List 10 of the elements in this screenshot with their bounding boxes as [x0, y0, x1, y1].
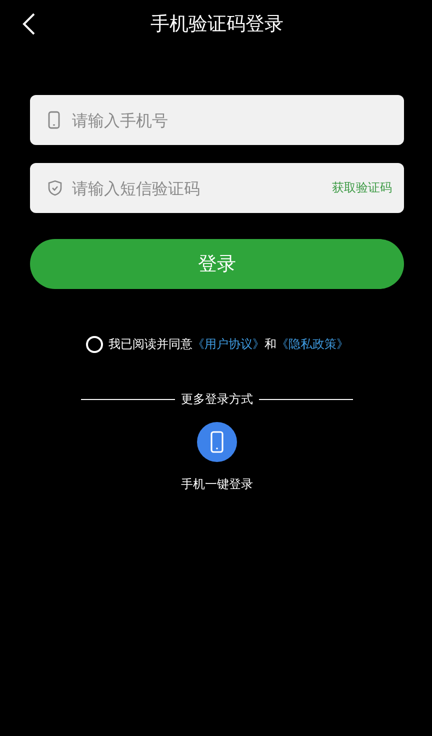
phone-login-label: 手机一键登录 — [181, 476, 253, 493]
more-login-title: 更多登录方式 — [181, 391, 253, 408]
phone-field[interactable]: 请输入手机号 — [30, 95, 404, 145]
agreement-checkbox[interactable] — [86, 336, 102, 353]
privacy-policy-link[interactable]: 《隐私政策》 — [276, 337, 348, 351]
user-agreement-link[interactable]: 《用户协议》 — [192, 337, 264, 351]
back-icon[interactable] — [22, 12, 36, 36]
phone-login-icon[interactable] — [197, 422, 237, 462]
page-title: 手机验证码登录 — [150, 12, 284, 37]
agreement-text: 我已阅读并同意《用户协议》和《隐私政策》 — [108, 336, 348, 353]
